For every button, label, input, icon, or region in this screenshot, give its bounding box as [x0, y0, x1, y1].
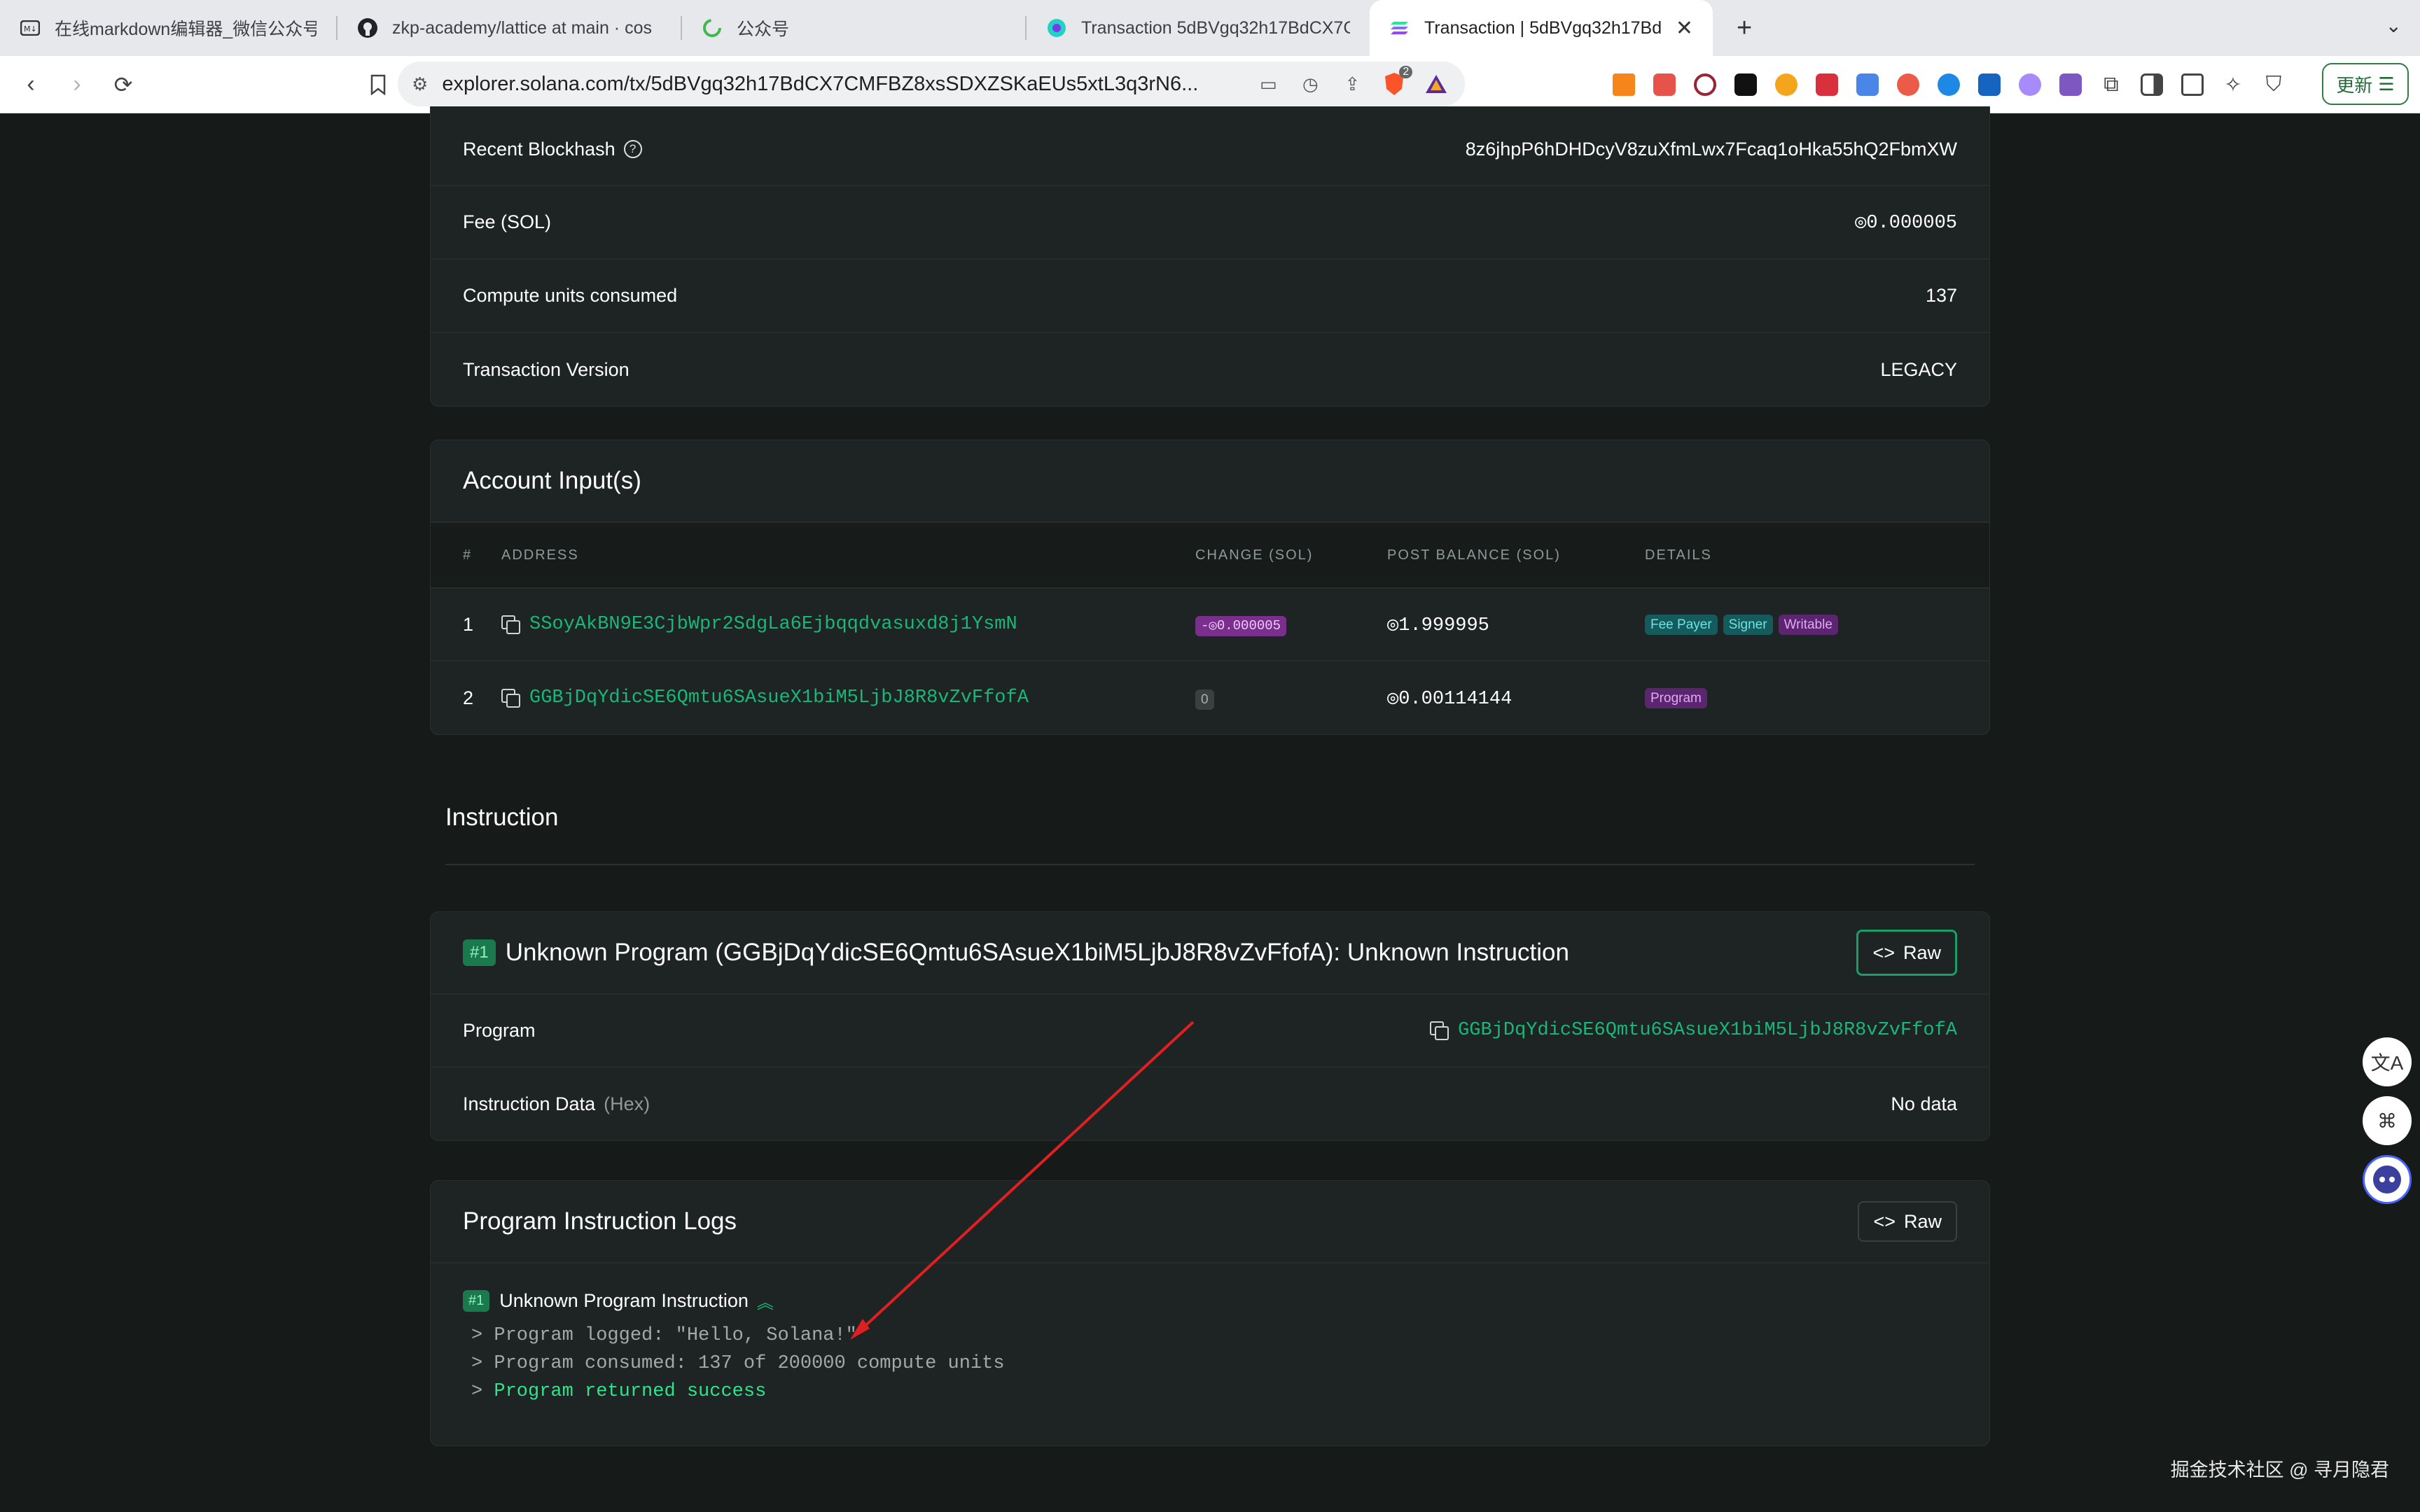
new-tab-plus-icon[interactable]: +: [1737, 13, 1752, 43]
extension-s-icon[interactable]: [1730, 69, 1762, 101]
extension-circle-icon[interactable]: [1689, 69, 1721, 101]
browser-toolbar: ‹ › ⟳ ⚙ explorer.solana.com/tx/5dBVgq32h…: [0, 56, 2420, 113]
reload-icon[interactable]: ⟳: [108, 69, 139, 100]
leo-ai-icon[interactable]: ✧: [2217, 69, 2249, 101]
tab-github-lattice[interactable]: zkp-academy/lattice at main · cos: [338, 0, 681, 56]
tab-transaction-explorer[interactable]: Transaction 5dBVgq32h17BdCX7C: [1027, 0, 1370, 56]
update-button[interactable]: 更新 ☰: [2322, 63, 2409, 105]
solana-icon: [1389, 18, 1410, 38]
extension-red-icon[interactable]: [1648, 69, 1681, 101]
extension-blue-circle-icon[interactable]: [1933, 69, 1965, 101]
translate-icon[interactable]: [1851, 69, 1884, 101]
update-label: 更新: [2336, 74, 2373, 96]
explorer-icon: [1046, 18, 1067, 38]
address-bar[interactable]: ⚙ explorer.solana.com/tx/5dBVgq32h17BdCX…: [398, 62, 1465, 106]
tab-transaction-solana-active[interactable]: Transaction | 5dBVgq32h17Bd ✕: [1370, 0, 1713, 56]
page-content: Recent Blockhash? 8z6jhpP6hDHDcyV8zuXfmL…: [0, 106, 2420, 1512]
close-tab-icon[interactable]: ✕: [1676, 16, 1693, 41]
brave-shield-icon[interactable]: 2: [1380, 66, 1413, 98]
brave-badge-count: 2: [1399, 66, 1413, 78]
history-icon[interactable]: ◷: [1296, 70, 1324, 98]
extensions-puzzle-icon[interactable]: ⧉: [2095, 69, 2127, 101]
wechat-mp-icon: [702, 18, 723, 38]
extension-wave-icon[interactable]: [2054, 69, 2087, 101]
tab-search-chevron-icon[interactable]: ⌄: [2386, 14, 2402, 37]
tab-label: zkp-academy/lattice at main · cos: [392, 18, 652, 38]
wallet-icon[interactable]: [2176, 69, 2209, 101]
svg-text:M↓: M↓: [24, 24, 37, 34]
extension-blue-square-icon[interactable]: [1973, 69, 2005, 101]
tab-markdown-editor[interactable]: M↓ 在线markdown编辑器_微信公众号m: [0, 0, 336, 56]
watermark-text: 掘金技术社区 @ 寻月隐君: [2170, 1460, 2389, 1480]
tab-label: Transaction 5dBVgq32h17BdCX7C: [1081, 18, 1350, 38]
floating-side-widgets: 文A ⌘: [2363, 1037, 2412, 1204]
metamask-icon[interactable]: [1608, 69, 1640, 101]
annotation-arrow: [850, 1021, 1195, 1340]
md-editor-icon: M↓: [20, 18, 41, 38]
vpn-shield-icon[interactable]: ⛉: [2258, 69, 2290, 101]
sidebar-toggle-icon[interactable]: [2136, 69, 2168, 101]
extensions-bar: ⧉ ✧ ⛉: [1608, 69, 2290, 101]
extension-fox-icon[interactable]: [1892, 69, 1924, 101]
extension-cloud-icon[interactable]: [2014, 69, 2046, 101]
tab-wechat-mp[interactable]: 公众号: [682, 0, 1025, 56]
apps-grid-icon[interactable]: ⌘: [2363, 1096, 2412, 1145]
github-icon: [357, 18, 378, 38]
forward-arrow-icon[interactable]: ›: [62, 69, 92, 100]
cast-icon[interactable]: ▭: [1254, 70, 1282, 98]
bookmark-icon[interactable]: [363, 69, 394, 100]
hamburger-menu-icon: ☰: [2378, 73, 2395, 94]
translate-widget-icon[interactable]: 文A: [2363, 1037, 2412, 1086]
tab-label: Transaction | 5dBVgq32h17Bd: [1424, 18, 1662, 38]
extension-orange-icon[interactable]: [1770, 69, 1802, 101]
back-arrow-icon[interactable]: ‹: [15, 69, 46, 100]
site-settings-icon[interactable]: ⚙: [412, 74, 428, 95]
tab-label: 公众号: [737, 20, 790, 39]
extension-lock-icon[interactable]: [1811, 69, 1843, 101]
assistant-bot-icon[interactable]: [2363, 1155, 2412, 1204]
browser-tab-strip: M↓ 在线markdown编辑器_微信公众号m zkp-academy/latt…: [0, 0, 2420, 56]
tab-label: 在线markdown编辑器_微信公众号m: [55, 20, 317, 39]
share-icon[interactable]: ⇪: [1338, 70, 1366, 98]
url-text[interactable]: explorer.solana.com/tx/5dBVgq32h17BdCX7C…: [442, 73, 1240, 96]
brave-rewards-icon[interactable]: [1422, 70, 1450, 98]
